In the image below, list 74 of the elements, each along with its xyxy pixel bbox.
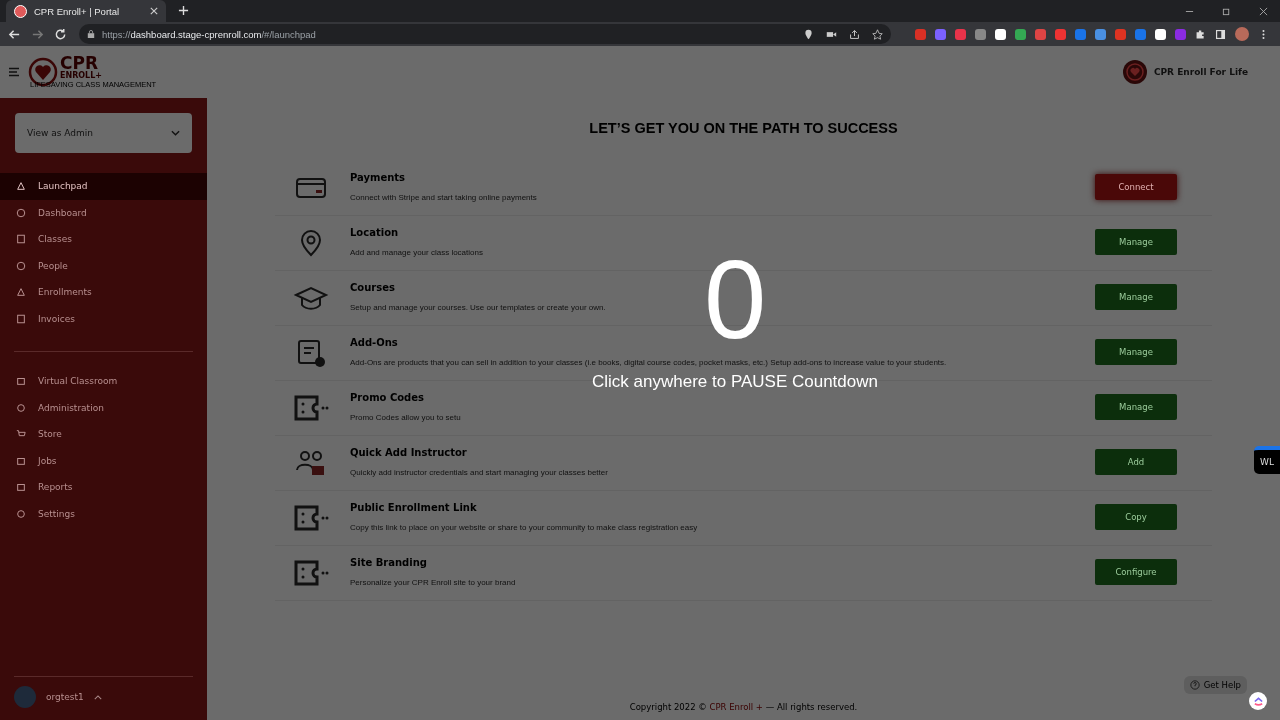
task-description: Add-Ons are products that you can sell in addition to your classes (i.e books, digital course codes, pocket masks, etc.) Setup add-ons to increase value to your students. [350, 357, 948, 369]
ticket-icon [293, 393, 329, 423]
sidebar-item[interactable]: People [0, 252, 207, 279]
new-tab-icon[interactable] [178, 5, 189, 16]
profile-avatar[interactable] [1235, 27, 1249, 41]
task-title: Courses [350, 281, 396, 295]
extension-icon[interactable] [1155, 28, 1166, 40]
task-description: Personalize your CPR Enroll site to your brand [350, 577, 517, 589]
sidebar-item[interactable]: Jobs [0, 447, 207, 474]
task-title: Quick Add Instructor [350, 446, 468, 460]
sidebar-item[interactable]: Settings [0, 500, 207, 527]
sidebar-item[interactable]: Reports [0, 474, 207, 501]
star-icon[interactable] [872, 28, 883, 40]
share-icon[interactable] [849, 28, 860, 40]
task-description: Connect with Stripe and start taking online payments [350, 192, 538, 204]
side-panel-icon[interactable] [1215, 28, 1226, 40]
chevron-up-icon[interactable] [93, 694, 102, 700]
tab-title: CPR Enroll+ | Portal [34, 5, 121, 17]
ticket-icon [293, 558, 329, 588]
tab-favicon-icon [14, 4, 27, 18]
task-button[interactable]: Copy [1095, 504, 1177, 530]
sidebar-item[interactable]: Classes [0, 226, 207, 253]
task-title: Location [350, 226, 400, 240]
location-pin-icon[interactable] [803, 28, 814, 40]
task-button[interactable]: Manage [1095, 339, 1177, 365]
chat-launcher-icon[interactable] [1249, 692, 1267, 710]
close-icon[interactable] [1259, 6, 1268, 16]
task-description: Promo Codes allow you to setu [350, 412, 462, 424]
ticket-icon [293, 503, 329, 533]
task-title: Public Enrollment Link [350, 501, 478, 515]
task-button[interactable]: Configure [1095, 559, 1177, 585]
countdown-number: 0 [704, 244, 767, 356]
extension-icon[interactable] [995, 28, 1006, 40]
question-icon [1189, 680, 1200, 690]
url-text: https://dashboard.stage-cprenroll.com/#/launchpad [102, 28, 316, 40]
organization-name: CPR Enroll For Life [1153, 67, 1248, 77]
chevron-down-icon [171, 130, 180, 136]
menu-icon[interactable] [8, 67, 20, 77]
task-title: Site Branding [350, 556, 428, 570]
task-title: Payments [350, 171, 407, 185]
logo-subtitle: ENROLL+ [60, 72, 104, 81]
user-name[interactable]: orgtest1 [46, 692, 84, 702]
task-description: Copy this link to place on your website or share to your community to make class registration easy [350, 522, 699, 534]
org-logo-icon [1121, 59, 1148, 85]
countdown-hint[interactable]: Click anywhere to PAUSE Countdown [592, 373, 878, 392]
sidebar-item[interactable]: Administration [0, 394, 207, 421]
address-bar[interactable]: https://dashboard.stage-cprenroll.com/#/launchpad [79, 24, 891, 44]
cpr-enroll-link[interactable]: CPR Enroll + [709, 702, 763, 712]
task-button[interactable]: Manage [1095, 284, 1177, 310]
task-title: Add-Ons [350, 336, 399, 350]
task-button[interactable]: Add [1095, 449, 1177, 475]
sidebar-item[interactable]: Invoices [0, 305, 207, 332]
sidebar-item[interactable]: Store [0, 421, 207, 448]
side-widget[interactable]: WL [1254, 446, 1280, 474]
lock-icon [87, 29, 95, 39]
sidebar-item[interactable]: Dashboard [0, 199, 207, 226]
copyright-text: Copyright 2022 © CPR Enroll + — All rights reserved. [628, 702, 859, 712]
task-description: Setup and manage your courses. Use our templates or create your own. [350, 302, 607, 314]
sidebar-item[interactable]: Virtual Classroom [0, 368, 207, 395]
sidebar-item[interactable]: Enrollments [0, 279, 207, 306]
role-dropdown[interactable]: View as Admin [15, 113, 192, 153]
task-button[interactable]: Connect [1095, 174, 1177, 200]
sidebar-item[interactable]: Launchpad [0, 173, 207, 200]
reload-icon[interactable] [54, 27, 67, 41]
task-button[interactable]: Manage [1095, 229, 1177, 255]
restore-icon[interactable] [1222, 6, 1231, 16]
puzzle-icon[interactable] [1195, 28, 1206, 40]
page-heading: LET’S GET YOU ON THE PATH TO SUCCESS [588, 119, 899, 137]
task-description: Add and manage your class locations [350, 247, 484, 259]
task-title: Promo Codes [350, 391, 425, 405]
close-icon[interactable] [150, 7, 158, 15]
browser-tab[interactable]: CPR Enroll+ | Portal [6, 0, 166, 22]
task-button[interactable]: Manage [1095, 394, 1177, 420]
task-description: Quickly add instructor credentials and start managing your classes better [350, 467, 609, 479]
